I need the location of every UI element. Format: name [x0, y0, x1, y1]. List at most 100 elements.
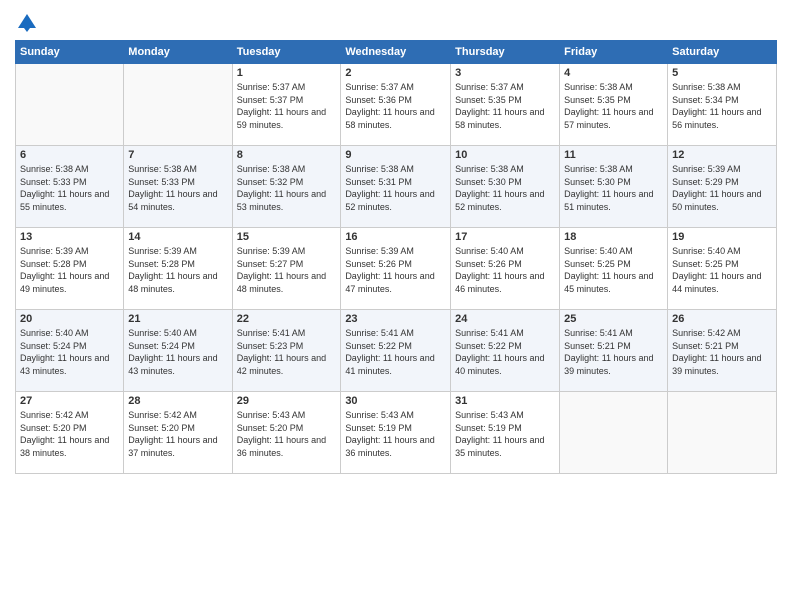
day-info: Sunrise: 5:43 AM Sunset: 5:19 PM Dayligh… [345, 409, 446, 459]
day-number: 17 [455, 231, 555, 243]
calendar-cell: 17 Sunrise: 5:40 AM Sunset: 5:26 PM Dayli… [451, 228, 560, 310]
calendar-header-friday: Friday [560, 41, 668, 64]
calendar-cell: 30 Sunrise: 5:43 AM Sunset: 5:19 PM Dayli… [341, 392, 451, 474]
calendar-header-thursday: Thursday [451, 41, 560, 64]
calendar-cell: 22Sunrise: 5:41 AM Sunset: 5:23 PM Dayli… [232, 310, 341, 392]
calendar-cell: 10 Sunrise: 5:38 AM Sunset: 5:30 PM Dayli… [451, 146, 560, 228]
calendar-cell: 5 Sunrise: 5:38 AM Sunset: 5:34 PM Daylig… [668, 64, 777, 146]
calendar-header-tuesday: Tuesday [232, 41, 341, 64]
calendar-cell: 4 Sunrise: 5:38 AM Sunset: 5:35 PM Daylig… [560, 64, 668, 146]
calendar-cell: 29 Sunrise: 5:43 AM Sunset: 5:20 PM Dayli… [232, 392, 341, 474]
calendar-cell: 3 Sunrise: 5:37 AM Sunset: 5:35 PM Daylig… [451, 64, 560, 146]
calendar-week-row: 13Sunrise: 5:39 AM Sunset: 5:28 PM Dayli… [16, 228, 777, 310]
day-info: Sunrise: 5:37 AM Sunset: 5:35 PM Dayligh… [455, 81, 555, 131]
calendar-week-row: 6 Sunrise: 5:38 AM Sunset: 5:33 PM Daylig… [16, 146, 777, 228]
calendar-cell: 1 Sunrise: 5:37 AM Sunset: 5:37 PM Daylig… [232, 64, 341, 146]
day-info: Sunrise: 5:39 AM Sunset: 5:29 PM Dayligh… [672, 163, 772, 213]
calendar-cell [16, 64, 124, 146]
page: SundayMondayTuesdayWednesdayThursdayFrid… [0, 0, 792, 612]
calendar-cell: 21 Sunrise: 5:40 AM Sunset: 5:24 PM Dayli… [124, 310, 232, 392]
day-info: Sunrise: 5:42 AM Sunset: 5:21 PM Dayligh… [672, 327, 772, 377]
day-info: Sunrise: 5:41 AM Sunset: 5:22 PM Dayligh… [455, 327, 555, 377]
day-info: Sunrise: 5:38 AM Sunset: 5:30 PM Dayligh… [455, 163, 555, 213]
calendar-header-row: SundayMondayTuesdayWednesdayThursdayFrid… [16, 41, 777, 64]
calendar-cell: 23 Sunrise: 5:41 AM Sunset: 5:22 PM Dayli… [341, 310, 451, 392]
day-number: 29 [237, 395, 337, 407]
day-number: 7 [128, 149, 227, 161]
day-info: Sunrise: 5:37 AM Sunset: 5:37 PM Dayligh… [237, 81, 337, 131]
day-number: 26 [672, 313, 772, 325]
calendar-cell: 27 Sunrise: 5:42 AM Sunset: 5:20 PM Dayli… [16, 392, 124, 474]
calendar-cell [668, 392, 777, 474]
calendar-cell: 24 Sunrise: 5:41 AM Sunset: 5:22 PM Dayli… [451, 310, 560, 392]
day-number: 24 [455, 313, 555, 325]
day-number: 4 [564, 67, 663, 79]
calendar-cell: 14 Sunrise: 5:39 AM Sunset: 5:28 PM Dayli… [124, 228, 232, 310]
day-info: Sunrise: 5:38 AM Sunset: 5:31 PM Dayligh… [345, 163, 446, 213]
calendar-header-saturday: Saturday [668, 41, 777, 64]
calendar-cell: 9 Sunrise: 5:38 AM Sunset: 5:31 PM Daylig… [341, 146, 451, 228]
day-info: Sunrise: 5:38 AM Sunset: 5:35 PM Dayligh… [564, 81, 663, 131]
calendar-cell: 18Sunrise: 5:40 AM Sunset: 5:25 PM Dayli… [560, 228, 668, 310]
day-info: Sunrise: 5:43 AM Sunset: 5:20 PM Dayligh… [237, 409, 337, 459]
calendar-cell: 28Sunrise: 5:42 AM Sunset: 5:20 PM Dayli… [124, 392, 232, 474]
day-number: 27 [20, 395, 119, 407]
calendar-header-wednesday: Wednesday [341, 41, 451, 64]
day-number: 20 [20, 313, 119, 325]
day-number: 31 [455, 395, 555, 407]
day-info: Sunrise: 5:41 AM Sunset: 5:22 PM Dayligh… [345, 327, 446, 377]
day-number: 9 [345, 149, 446, 161]
day-info: Sunrise: 5:40 AM Sunset: 5:26 PM Dayligh… [455, 245, 555, 295]
calendar-week-row: 20 Sunrise: 5:40 AM Sunset: 5:24 PM Dayli… [16, 310, 777, 392]
calendar-cell: 20 Sunrise: 5:40 AM Sunset: 5:24 PM Dayli… [16, 310, 124, 392]
calendar-cell: 16Sunrise: 5:39 AM Sunset: 5:26 PM Dayli… [341, 228, 451, 310]
day-number: 14 [128, 231, 227, 243]
day-number: 2 [345, 67, 446, 79]
day-info: Sunrise: 5:42 AM Sunset: 5:20 PM Dayligh… [128, 409, 227, 459]
day-info: Sunrise: 5:40 AM Sunset: 5:24 PM Dayligh… [20, 327, 119, 377]
day-info: Sunrise: 5:39 AM Sunset: 5:27 PM Dayligh… [237, 245, 337, 295]
day-info: Sunrise: 5:38 AM Sunset: 5:34 PM Dayligh… [672, 81, 772, 131]
calendar-cell: 12 Sunrise: 5:39 AM Sunset: 5:29 PM Dayli… [668, 146, 777, 228]
day-info: Sunrise: 5:42 AM Sunset: 5:20 PM Dayligh… [20, 409, 119, 459]
day-info: Sunrise: 5:37 AM Sunset: 5:36 PM Dayligh… [345, 81, 446, 131]
day-info: Sunrise: 5:39 AM Sunset: 5:26 PM Dayligh… [345, 245, 446, 295]
day-info: Sunrise: 5:40 AM Sunset: 5:24 PM Dayligh… [128, 327, 227, 377]
day-number: 19 [672, 231, 772, 243]
calendar-cell [560, 392, 668, 474]
calendar-cell: 26 Sunrise: 5:42 AM Sunset: 5:21 PM Dayli… [668, 310, 777, 392]
day-number: 12 [672, 149, 772, 161]
day-number: 18 [564, 231, 663, 243]
calendar-cell [124, 64, 232, 146]
day-number: 23 [345, 313, 446, 325]
calendar-cell: 13Sunrise: 5:39 AM Sunset: 5:28 PM Dayli… [16, 228, 124, 310]
calendar-cell: 31 Sunrise: 5:43 AM Sunset: 5:19 PM Dayli… [451, 392, 560, 474]
calendar-cell: 11 Sunrise: 5:38 AM Sunset: 5:30 PM Dayli… [560, 146, 668, 228]
day-number: 21 [128, 313, 227, 325]
header [15, 10, 777, 32]
day-number: 6 [20, 149, 119, 161]
calendar-table: SundayMondayTuesdayWednesdayThursdayFrid… [15, 40, 777, 474]
day-info: Sunrise: 5:38 AM Sunset: 5:30 PM Dayligh… [564, 163, 663, 213]
calendar-cell: 19 Sunrise: 5:40 AM Sunset: 5:25 PM Dayli… [668, 228, 777, 310]
calendar-cell: 7 Sunrise: 5:38 AM Sunset: 5:33 PM Daylig… [124, 146, 232, 228]
day-info: Sunrise: 5:38 AM Sunset: 5:32 PM Dayligh… [237, 163, 337, 213]
day-info: Sunrise: 5:38 AM Sunset: 5:33 PM Dayligh… [128, 163, 227, 213]
logo [15, 10, 38, 32]
day-number: 30 [345, 395, 446, 407]
day-info: Sunrise: 5:41 AM Sunset: 5:21 PM Dayligh… [564, 327, 663, 377]
day-info: Sunrise: 5:39 AM Sunset: 5:28 PM Dayligh… [20, 245, 119, 295]
calendar-cell: 25Sunrise: 5:41 AM Sunset: 5:21 PM Dayli… [560, 310, 668, 392]
day-number: 15 [237, 231, 337, 243]
day-number: 11 [564, 149, 663, 161]
day-info: Sunrise: 5:38 AM Sunset: 5:33 PM Dayligh… [20, 163, 119, 213]
day-number: 8 [237, 149, 337, 161]
day-info: Sunrise: 5:43 AM Sunset: 5:19 PM Dayligh… [455, 409, 555, 459]
logo-icon [16, 10, 38, 32]
day-info: Sunrise: 5:39 AM Sunset: 5:28 PM Dayligh… [128, 245, 227, 295]
day-number: 3 [455, 67, 555, 79]
day-number: 1 [237, 67, 337, 79]
day-number: 5 [672, 67, 772, 79]
day-info: Sunrise: 5:40 AM Sunset: 5:25 PM Dayligh… [672, 245, 772, 295]
day-number: 10 [455, 149, 555, 161]
